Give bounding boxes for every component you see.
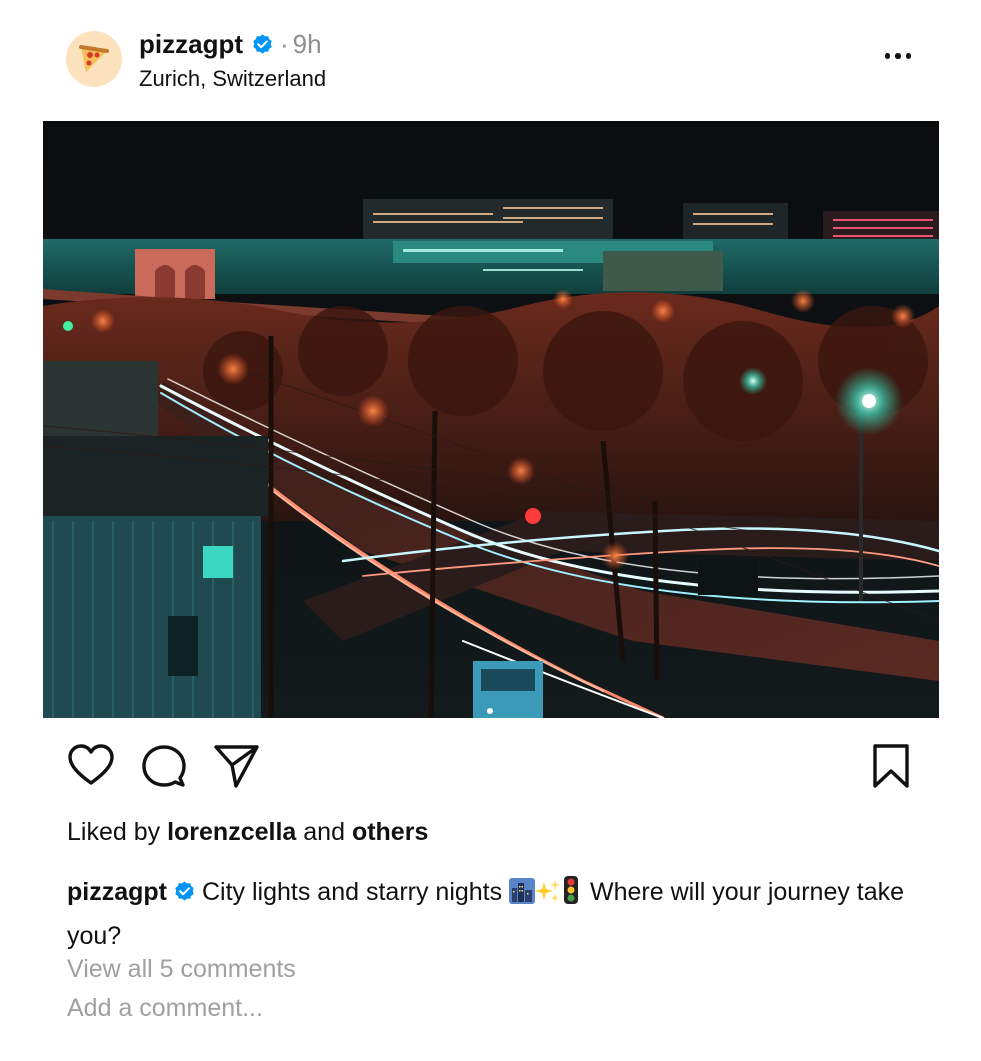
post-actions [66,743,916,791]
sparkles-icon [535,876,561,916]
bookmark-icon [873,744,909,788]
save-button[interactable] [866,743,916,789]
likes-others-link[interactable]: others [352,818,428,846]
pizza-slice-icon [79,45,109,72]
city-icon [509,876,536,916]
user-line: pizzagpt · 9h [139,28,322,60]
like-button[interactable] [66,743,116,789]
post-header: pizzagpt · 9h Zurich, Switzerland [66,28,916,98]
traffic-light-icon [563,876,579,916]
comment-bubble-icon [142,745,186,787]
add-comment-input[interactable] [67,994,567,1023]
post-caption: pizzagpt City lights and starry nights Wh… [67,872,927,956]
post-photo[interactable] [43,121,939,718]
caption-username[interactable]: pizzagpt [67,878,167,906]
liked-by-user[interactable]: lorenzcella [167,818,296,846]
verified-badge-icon [173,875,196,901]
likes-summary: Liked by lorenzcella and others [67,818,428,847]
likes-middle: and [303,818,345,846]
avatar[interactable] [66,31,122,87]
post-time[interactable]: 9h [293,29,322,60]
caption-text-part1: City lights and starry nights [202,878,503,906]
separator-dot: · [280,28,289,59]
comment-button[interactable] [138,743,188,789]
verified-badge-icon [251,33,274,56]
night-city-photo [43,121,939,718]
post-location[interactable]: Zurich, Switzerland [139,66,326,92]
view-all-comments-link[interactable]: View all 5 comments [67,955,296,984]
share-button[interactable] [211,743,261,789]
send-paper-plane-icon [214,745,259,788]
likes-prefix: Liked by [67,818,161,846]
more-options-icon[interactable] [880,42,916,70]
username[interactable]: pizzagpt [139,29,243,60]
heart-icon [68,744,114,785]
